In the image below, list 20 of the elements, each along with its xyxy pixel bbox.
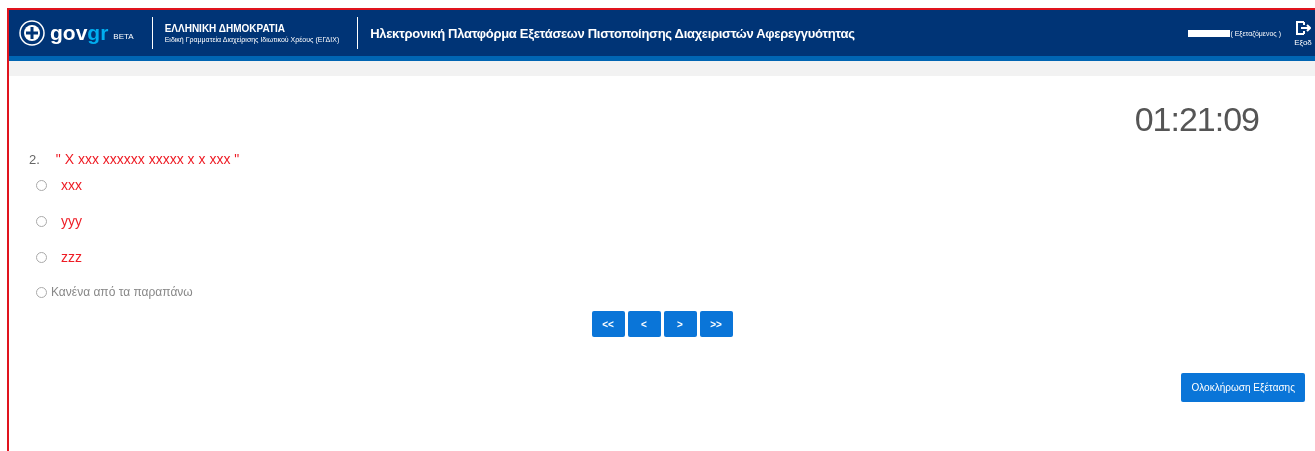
countdown-timer: 01:21:09 xyxy=(1134,100,1259,139)
pagination-button[interactable]: >> xyxy=(699,311,733,337)
beta-label: BETA xyxy=(113,31,134,41)
pagination-button[interactable]: << xyxy=(591,311,625,337)
logout-icon[interactable] xyxy=(1295,19,1311,36)
pagination-button[interactable]: < xyxy=(627,311,661,337)
emblem-icon xyxy=(19,20,45,46)
redacted-name-block xyxy=(1188,29,1231,37)
logout-link[interactable]: Εξοδ xyxy=(1294,37,1312,47)
answer-option[interactable]: Κανένα από τα παραπάνω xyxy=(51,285,193,299)
site-logo[interactable]: govgr xyxy=(50,21,109,45)
answer-option[interactable]: yyy xyxy=(61,213,82,229)
org-title: ΕΛΛΗΝΙΚΗ ΔΗΜΟΚΡΑΤΙΑ xyxy=(164,23,286,34)
question-number: 2. xyxy=(29,152,40,167)
answer-option[interactable]: zzz xyxy=(61,249,82,265)
answer-option[interactable]: xxx xyxy=(61,177,82,193)
finish-exam-button[interactable]: Ολοκλήρωση Εξέτασης xyxy=(1181,373,1305,402)
pagination-button[interactable]: > xyxy=(663,311,697,337)
question-text: " Χ xxx xxxxxx xxxxx x x xxx " xyxy=(55,151,240,167)
platform-title: Ηλεκτρονική Πλατφόρμα Εξετάσεων Πιστοποίησης Διαχειριστών Αφερεγγυότητας xyxy=(370,25,855,41)
